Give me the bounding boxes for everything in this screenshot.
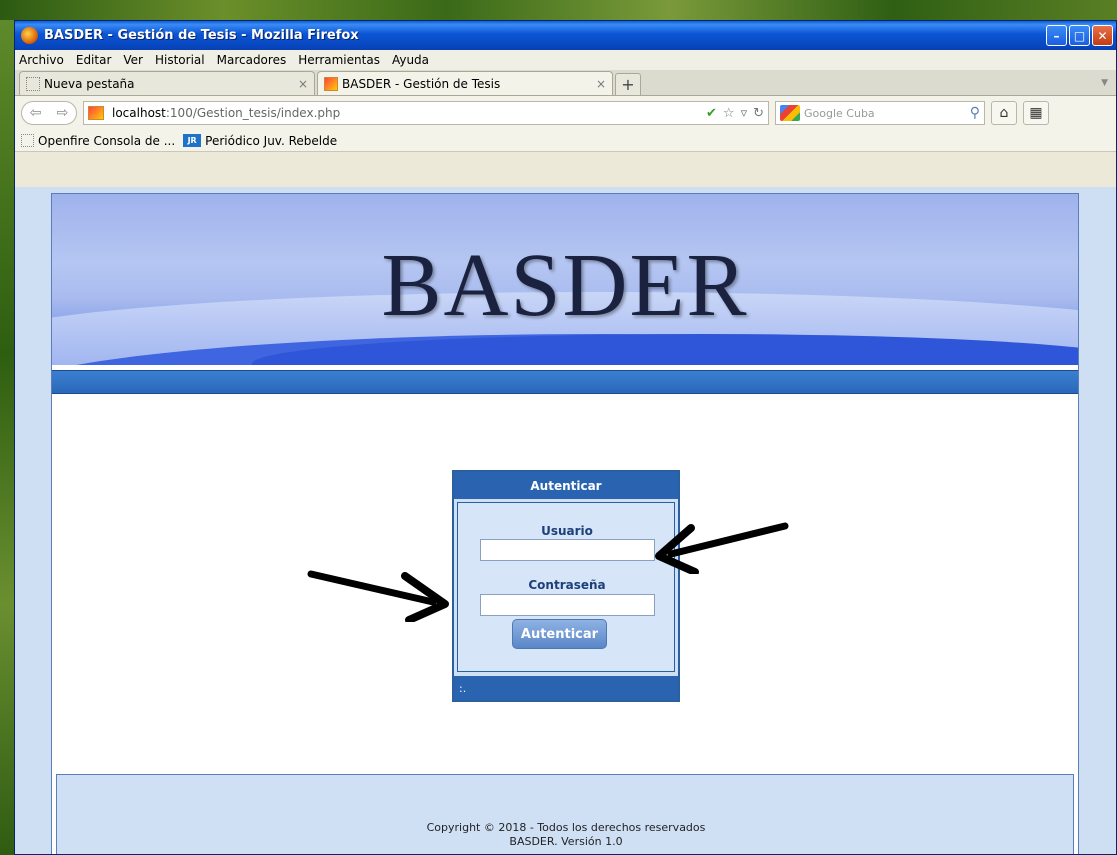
password-label: Contraseña bbox=[528, 578, 606, 592]
login-header: Autenticar bbox=[454, 472, 678, 499]
back-arrow-icon[interactable]: ⇦ bbox=[30, 105, 42, 121]
tab-strip: Nueva pestaña × BASDER - Gestión de Tesi… bbox=[15, 70, 1116, 96]
menu-marcadores[interactable]: Marcadores bbox=[217, 53, 287, 67]
desktop-background-left bbox=[0, 20, 14, 855]
address-bar[interactable]: localhost:100/Gestion_tesis/index.php ✔ … bbox=[83, 101, 769, 125]
tab-basder[interactable]: BASDER - Gestión de Tesis × bbox=[317, 71, 613, 95]
grid-icon: ▦ bbox=[1029, 105, 1043, 121]
bookmark-star-icon[interactable]: ☆ bbox=[723, 106, 735, 121]
reload-icon[interactable]: ↻ bbox=[753, 106, 764, 121]
menu-ayuda[interactable]: Ayuda bbox=[392, 53, 429, 67]
title-bar[interactable]: BASDER - Gestión de Tesis - Mozilla Fire… bbox=[15, 21, 1116, 50]
copyright-text: Copyright © 2018 - Todos los derechos re… bbox=[426, 821, 706, 834]
jr-logo-icon: JR bbox=[183, 134, 202, 147]
menu-bar: Archivo Editar Ver Historial Marcadores … bbox=[15, 50, 1116, 70]
page-container: BASDER Autenticar Usuario Contraseña Aut… bbox=[51, 193, 1079, 854]
new-tab-button[interactable]: + bbox=[615, 73, 641, 95]
tab-close-icon[interactable]: × bbox=[298, 77, 308, 91]
login-panel: Autenticar Usuario Contraseña Autenticar… bbox=[452, 470, 680, 702]
header-banner: BASDER bbox=[52, 194, 1078, 365]
blank-page-icon bbox=[21, 134, 34, 147]
search-icon[interactable]: ⚲ bbox=[970, 105, 980, 121]
firefox-logo-icon bbox=[21, 27, 38, 44]
tab-nueva-pestana[interactable]: Nueva pestaña × bbox=[19, 71, 315, 95]
basder-favicon-icon bbox=[324, 76, 338, 91]
page-footer: Copyright © 2018 - Todos los derechos re… bbox=[56, 774, 1074, 854]
blank-page-icon bbox=[26, 76, 40, 91]
dropdown-arrow-icon[interactable]: ▿ bbox=[741, 106, 748, 121]
tab-close-icon[interactable]: × bbox=[596, 77, 606, 91]
version-text: BASDER. Versión 1.0 bbox=[509, 835, 623, 848]
bookmark-openfire[interactable]: Openfire Consola de ... bbox=[21, 134, 175, 148]
tab-list-chevron-down-icon[interactable]: ▼ bbox=[1101, 78, 1108, 88]
site-favicon-icon bbox=[88, 106, 104, 120]
menu-grid-button[interactable]: ▦ bbox=[1023, 101, 1049, 125]
close-button[interactable]: ✕ bbox=[1092, 25, 1113, 46]
bookmark-label: Periódico Juv. Rebelde bbox=[205, 133, 338, 148]
forward-arrow-icon[interactable]: ⇨ bbox=[57, 105, 69, 121]
bookmark-juventud-rebelde[interactable]: JR Periódico Juv. Rebelde bbox=[183, 134, 337, 148]
page-viewport: BASDER Autenticar Usuario Contraseña Aut… bbox=[15, 187, 1116, 854]
menu-historial[interactable]: Historial bbox=[155, 53, 205, 67]
login-footer: :. bbox=[454, 676, 678, 700]
search-box[interactable]: Google Cuba ⚲ bbox=[775, 101, 985, 125]
menu-herramientas[interactable]: Herramientas bbox=[298, 53, 380, 67]
username-input[interactable] bbox=[480, 539, 655, 561]
navigation-bar: ⇦ ⇨ localhost:100/Gestion_tesis/index.ph… bbox=[15, 96, 1116, 130]
bookmark-label: Openfire Consola de ... bbox=[38, 133, 176, 148]
menu-ver[interactable]: Ver bbox=[123, 53, 143, 67]
google-logo-icon[interactable] bbox=[780, 105, 800, 121]
navigation-stripe bbox=[52, 370, 1078, 394]
search-placeholder: Google Cuba bbox=[804, 106, 875, 120]
back-forward-buttons[interactable]: ⇦ ⇨ bbox=[21, 101, 77, 125]
home-icon: ⌂ bbox=[999, 105, 1009, 121]
tab-label: Nueva pestaña bbox=[44, 76, 135, 91]
url-host: localhost bbox=[112, 106, 166, 120]
password-input[interactable] bbox=[480, 594, 655, 616]
menu-editar[interactable]: Editar bbox=[76, 53, 112, 67]
annotation-arrow-right-icon bbox=[307, 570, 449, 622]
tab-label: BASDER - Gestión de Tesis bbox=[342, 76, 501, 91]
home-button[interactable]: ⌂ bbox=[991, 101, 1017, 125]
username-label: Usuario bbox=[541, 524, 593, 538]
maximize-button[interactable]: □ bbox=[1069, 25, 1090, 46]
bookmarks-toolbar: Openfire Consola de ... JR Periódico Juv… bbox=[15, 130, 1116, 152]
minimize-button[interactable]: – bbox=[1046, 25, 1067, 46]
menu-archivo[interactable]: Archivo bbox=[19, 53, 64, 67]
window-title: BASDER - Gestión de Tesis - Mozilla Fire… bbox=[44, 28, 359, 43]
site-title: BASDER bbox=[381, 236, 749, 335]
login-form: Usuario Contraseña Autenticar bbox=[457, 502, 675, 672]
check-circle-icon[interactable]: ✔ bbox=[706, 106, 717, 121]
browser-window: BASDER - Gestión de Tesis - Mozilla Fire… bbox=[14, 20, 1117, 855]
desktop-background-top bbox=[0, 0, 1117, 20]
annotation-arrow-left-icon bbox=[655, 522, 789, 574]
url-path: :100/Gestion_tesis/index.php bbox=[165, 106, 341, 120]
login-button[interactable]: Autenticar bbox=[512, 619, 607, 649]
